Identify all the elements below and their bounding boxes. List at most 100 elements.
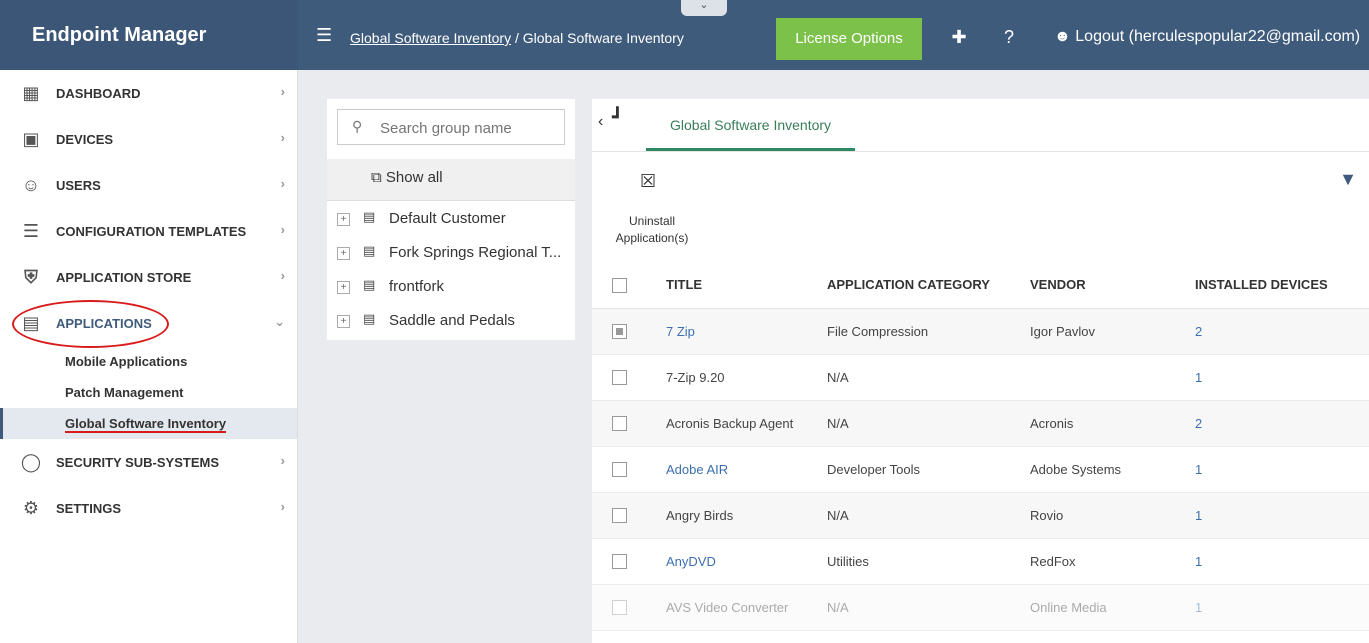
- table-row: AVS Video Converter N/A Online Media 1: [592, 584, 1369, 631]
- table-row: AnyDVD Utilities RedFox 1: [592, 538, 1369, 585]
- breadcrumb-current: Global Software Inventory: [522, 30, 684, 46]
- column-header-installed-devices[interactable]: INSTALLED DEVICES: [1195, 262, 1369, 309]
- column-header-category[interactable]: APPLICATION CATEGORY: [827, 262, 1030, 309]
- breadcrumb-link[interactable]: Global Software Inventory: [350, 30, 511, 46]
- sidebar-item-application-store[interactable]: ⛨ APPLICATION STORE ›: [0, 254, 297, 300]
- row-title: 7-Zip 9.20: [646, 354, 827, 401]
- row-checkbox[interactable]: [612, 370, 627, 386]
- expand-icon[interactable]: +: [337, 213, 350, 226]
- expand-icon[interactable]: +: [337, 247, 350, 260]
- sidebar-item-label: USERS: [56, 177, 101, 193]
- help-icon[interactable]: ?: [998, 26, 1020, 48]
- chevron-right-icon: ›: [280, 499, 285, 514]
- templates-icon: ☰: [22, 221, 40, 241]
- sidebar-item-label: APPLICATION STORE: [56, 269, 192, 285]
- logout-label: Logout (herculespopular22@gmail.com): [1075, 28, 1361, 45]
- row-installed-devices[interactable]: 2: [1195, 308, 1369, 355]
- show-all-icon: ⧉: [371, 169, 386, 186]
- uninstall-label-line1: Uninstall: [628, 214, 676, 228]
- sidebar-item-security-sub-systems[interactable]: ◯ SECURITY SUB-SYSTEMS ›: [0, 439, 297, 485]
- column-header-title[interactable]: TITLE: [646, 262, 827, 309]
- row-checkbox[interactable]: [612, 554, 627, 570]
- tab-global-software-inventory[interactable]: Global Software Inventory: [646, 99, 855, 151]
- collapse-header-icon[interactable]: ⌄: [681, 0, 727, 16]
- row-installed-devices[interactable]: 1: [1195, 446, 1369, 493]
- sidebar-item-settings[interactable]: ⚙ SETTINGS ›: [0, 485, 297, 531]
- row-category: N/A: [827, 584, 1030, 631]
- row-installed-devices[interactable]: 1: [1195, 538, 1369, 585]
- row-category: Developer Tools: [827, 446, 1030, 493]
- show-all-button[interactable]: ⧉ Show all: [327, 159, 575, 201]
- row-checkbox[interactable]: [612, 508, 627, 524]
- devices-icon: ▣: [22, 129, 40, 149]
- logout-link[interactable]: ☻ Logout (herculespopular22@gmail.com): [1054, 28, 1360, 46]
- sidebar-item-users[interactable]: ☺ USERS ›: [0, 162, 297, 208]
- group-icon: ▤: [363, 243, 376, 258]
- group-search-input[interactable]: [380, 116, 560, 140]
- row-installed-devices[interactable]: 1: [1195, 584, 1369, 631]
- row-title[interactable]: AnyDVD: [646, 538, 827, 585]
- group-name: Default Customer: [389, 210, 506, 227]
- add-notification-icon[interactable]: ✚: [948, 26, 970, 48]
- uninstall-icon[interactable]: ☒: [640, 171, 656, 192]
- uninstall-button[interactable]: Uninstall Application(s): [612, 213, 692, 247]
- row-vendor: Adobe Systems: [1030, 446, 1195, 493]
- tab-divider: [592, 151, 1369, 152]
- select-all-checkbox[interactable]: [612, 277, 627, 293]
- group-search: ⚲: [337, 109, 565, 145]
- select-all-cell: [592, 262, 646, 309]
- expand-icon[interactable]: +: [337, 315, 350, 328]
- sidebar-item-configuration-templates[interactable]: ☰ CONFIGURATION TEMPLATES ›: [0, 208, 297, 254]
- chevron-right-icon: ›: [280, 130, 285, 145]
- row-installed-devices[interactable]: 1: [1195, 354, 1369, 401]
- row-checkbox[interactable]: [612, 324, 627, 340]
- show-all-label: Show all: [385, 169, 443, 186]
- tree-icon[interactable]: ┛: [612, 107, 623, 128]
- search-icon: ⚲: [352, 118, 363, 134]
- user-icon: ☻: [1054, 28, 1076, 45]
- applications-icon: ▤: [22, 313, 40, 333]
- chevron-right-icon: ›: [280, 176, 285, 191]
- top-bar: Endpoint Manager ⌄ ☰ Global Software Inv…: [0, 0, 1369, 70]
- group-name: frontfork: [389, 278, 445, 295]
- sidebar-subitem-global-software-inventory[interactable]: Global Software Inventory: [0, 408, 297, 439]
- brand-title[interactable]: Endpoint Manager: [0, 0, 298, 70]
- row-title: Angry Birds: [646, 492, 827, 539]
- row-checkbox[interactable]: [612, 600, 627, 616]
- sidebar-subitem-patch-management[interactable]: Patch Management: [0, 377, 297, 408]
- row-title: AVS Video Converter: [646, 584, 827, 631]
- row-vendor: Igor Pavlov: [1030, 308, 1195, 355]
- sidebar-item-applications[interactable]: ▤ APPLICATIONS ⌄: [0, 300, 297, 346]
- store-icon: ⛨: [24, 267, 38, 287]
- table-row: 7 Zip File Compression Igor Pavlov 2: [592, 308, 1369, 355]
- group-item[interactable]: + ▤ Saddle and Pedals: [327, 304, 575, 338]
- row-installed-devices[interactable]: 2: [1195, 400, 1369, 447]
- group-icon: ▤: [363, 209, 376, 224]
- row-title[interactable]: 7 Zip: [646, 308, 827, 355]
- sidebar-item-dashboard[interactable]: ▦ DASHBOARD ›: [0, 70, 297, 116]
- row-checkbox[interactable]: [612, 416, 627, 432]
- table-row: Adobe AIR Developer Tools Adobe Systems …: [592, 446, 1369, 493]
- row-vendor: [1030, 354, 1195, 401]
- menu-icon[interactable]: ☰: [316, 24, 334, 46]
- license-options-button[interactable]: License Options: [776, 18, 922, 60]
- group-item[interactable]: + ▤ Fork Springs Regional T...: [327, 236, 575, 270]
- column-header-vendor[interactable]: VENDOR: [1030, 262, 1195, 309]
- chevron-left-icon[interactable]: ‹: [598, 113, 603, 131]
- row-checkbox[interactable]: [612, 462, 627, 478]
- row-installed-devices[interactable]: 1: [1195, 492, 1369, 539]
- sidebar-item-label: SECURITY SUB-SYSTEMS: [56, 454, 220, 470]
- sidebar-item-label: CONFIGURATION TEMPLATES: [56, 223, 247, 239]
- group-item[interactable]: + ▤ Default Customer: [327, 202, 575, 236]
- row-title[interactable]: Adobe AIR: [646, 446, 827, 493]
- expand-icon[interactable]: +: [337, 281, 350, 294]
- row-category: File Compression: [827, 308, 1030, 355]
- sidebar-subitem-mobile-applications[interactable]: Mobile Applications: [0, 346, 297, 377]
- software-table: TITLE APPLICATION CATEGORY VENDOR INSTAL…: [592, 262, 1369, 631]
- group-item[interactable]: + ▤ frontfork: [327, 270, 575, 304]
- sidebar-item-label: SETTINGS: [56, 500, 122, 516]
- users-icon: ☺: [21, 175, 41, 195]
- sidebar-item-devices[interactable]: ▣ DEVICES ›: [0, 116, 297, 162]
- main-panel: ‹ ┛ Global Software Inventory ☒ Uninstal…: [592, 99, 1369, 643]
- filter-icon[interactable]: ▼: [1339, 169, 1357, 190]
